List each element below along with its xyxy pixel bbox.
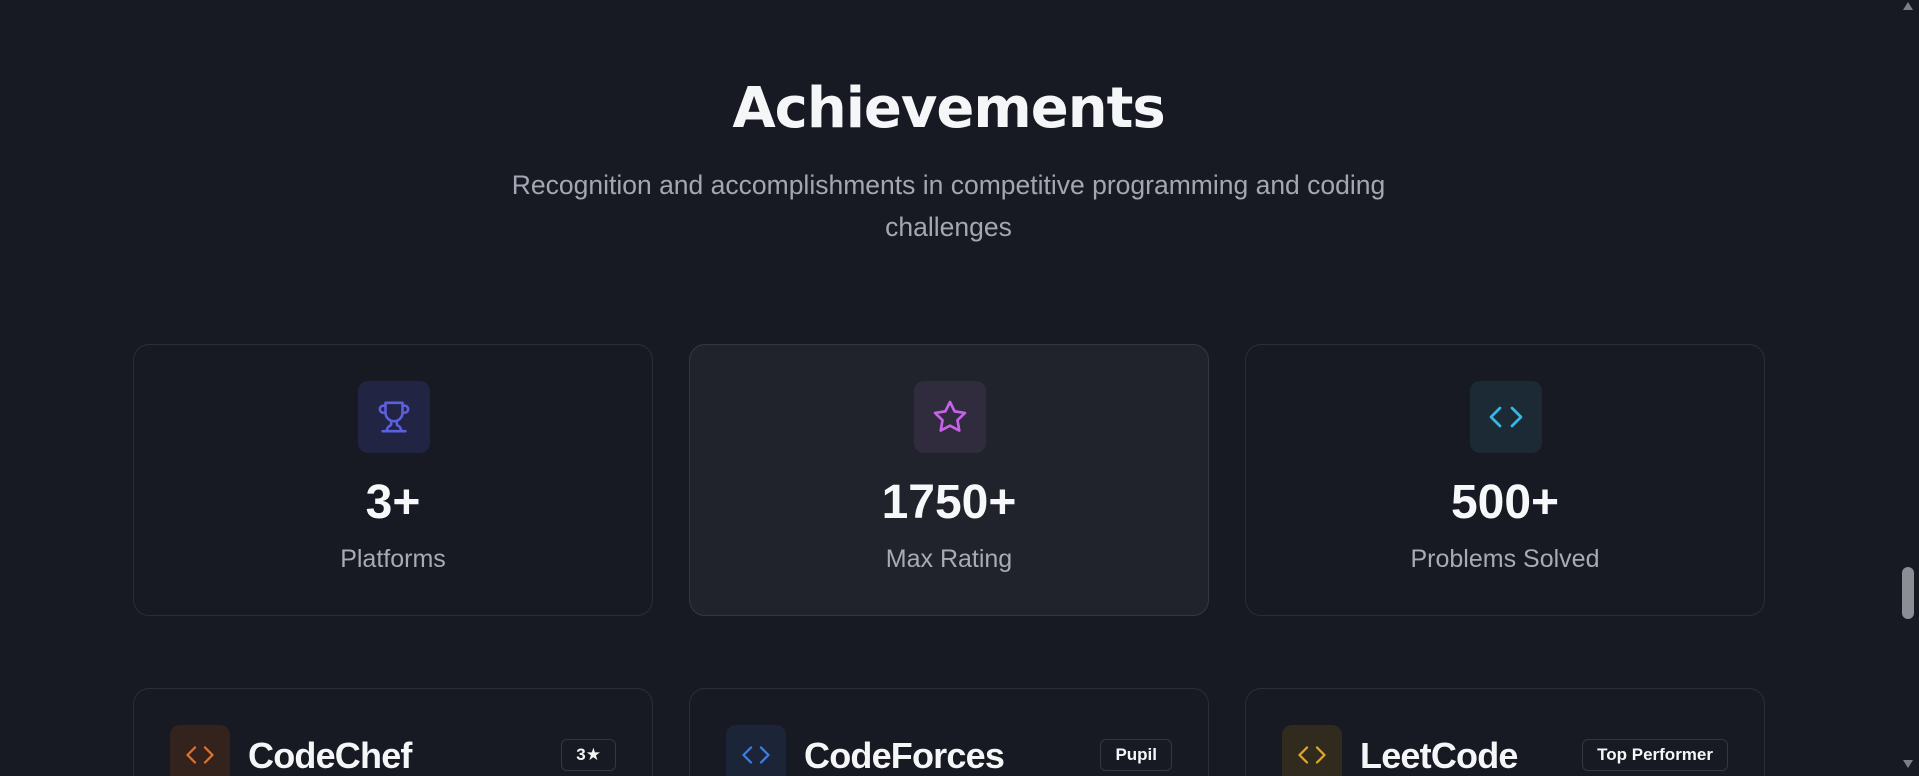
scrollbar-thumb[interactable]: [1902, 567, 1914, 619]
section-subtitle: Recognition and accomplishments in compe…: [470, 164, 1427, 248]
stat-value: 3+: [365, 476, 421, 529]
scroll-up-arrow-icon[interactable]: [1903, 2, 1913, 10]
stat-label: Platforms: [340, 545, 446, 573]
platform-badge: Top Performer: [1582, 739, 1728, 771]
stat-label: Max Rating: [885, 545, 1013, 573]
code-icon: [726, 725, 786, 776]
platform-card-codeforces[interactable]: CodeForces Pupil: [689, 688, 1209, 776]
stat-value: 500+: [1450, 476, 1560, 529]
stat-card-problems-solved: 500+ Problems Solved: [1245, 344, 1765, 616]
code-icon: [1282, 725, 1342, 776]
section-title: Achievements: [732, 76, 1165, 141]
platform-badge: 3★: [561, 739, 616, 771]
code-icon: [170, 725, 230, 776]
vertical-scrollbar[interactable]: [1897, 0, 1919, 776]
platform-card-codechef[interactable]: CodeChef 3★: [133, 688, 653, 776]
code-icon: [1470, 381, 1542, 453]
platform-name: LeetCode: [1360, 735, 1518, 776]
subtitle-line-1: Recognition and accomplishments in compe…: [511, 170, 1386, 200]
stat-card-max-rating: 1750+ Max Rating: [689, 344, 1209, 616]
trophy-icon: [358, 381, 430, 453]
subtitle-line-2: challenges: [885, 212, 1012, 242]
platform-name: CodeChef: [248, 735, 412, 776]
stat-card-platforms: 3+ Platforms: [133, 344, 653, 616]
achievements-page: Achievements Recognition and accomplishm…: [0, 0, 1919, 776]
stat-label: Problems Solved: [1410, 545, 1600, 573]
platform-badge: Pupil: [1100, 739, 1172, 771]
star-icon: [914, 381, 986, 453]
platform-card-leetcode[interactable]: LeetCode Top Performer: [1245, 688, 1765, 776]
scroll-down-arrow-icon[interactable]: [1903, 760, 1913, 768]
platform-name: CodeForces: [804, 735, 1005, 776]
stat-value: 1750+: [881, 476, 1017, 529]
